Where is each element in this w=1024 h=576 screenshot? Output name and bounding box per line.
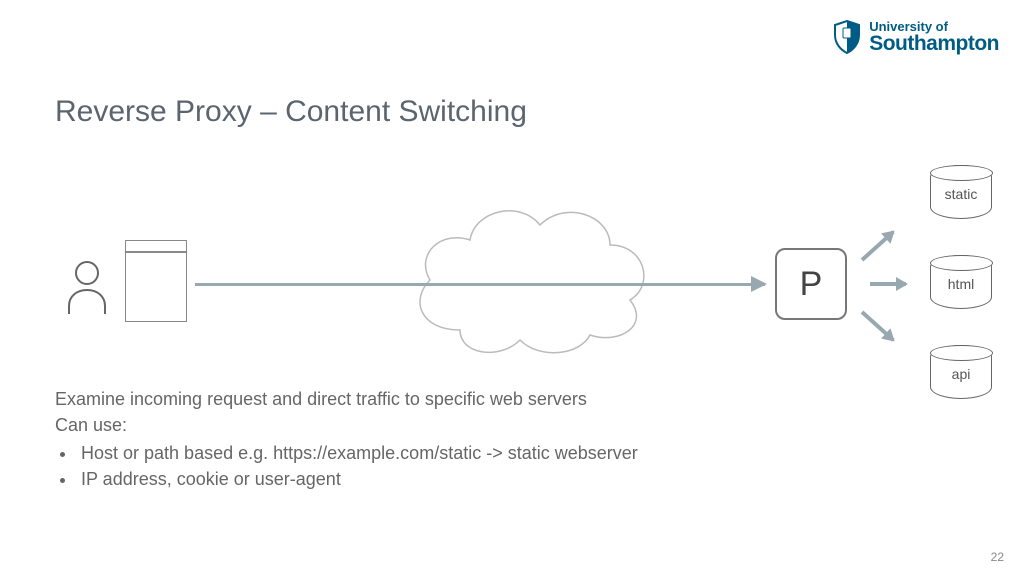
shield-icon xyxy=(833,20,861,54)
desc-line2: Can use: xyxy=(55,412,638,438)
page-number: 22 xyxy=(991,550,1004,564)
logo-text: University of Southampton xyxy=(869,20,999,54)
cloud-icon xyxy=(400,190,660,365)
browser-icon xyxy=(125,240,187,322)
arrow-to-html xyxy=(870,282,906,286)
logo-line2: Southampton xyxy=(869,33,999,54)
arrow-to-api xyxy=(861,311,895,342)
desc-bullet1: Host or path based e.g. https://example.… xyxy=(77,440,638,466)
proxy-label: P xyxy=(800,265,823,304)
arrow-to-static xyxy=(861,230,895,261)
server-html: html xyxy=(930,255,992,309)
description-text: Examine incoming request and direct traf… xyxy=(55,386,638,492)
server-api-label: api xyxy=(952,362,971,382)
server-api: api xyxy=(930,345,992,399)
server-static: static xyxy=(930,165,992,219)
desc-line1: Examine incoming request and direct traf… xyxy=(55,386,638,412)
request-arrow xyxy=(195,283,765,286)
slide-title: Reverse Proxy – Content Switching xyxy=(55,95,527,129)
university-logo: University of Southampton xyxy=(833,20,999,54)
server-html-label: html xyxy=(948,272,974,292)
server-static-label: static xyxy=(945,182,978,202)
user-icon xyxy=(65,260,109,315)
proxy-node: P xyxy=(775,248,847,320)
desc-bullet2: IP address, cookie or user-agent xyxy=(77,466,638,492)
